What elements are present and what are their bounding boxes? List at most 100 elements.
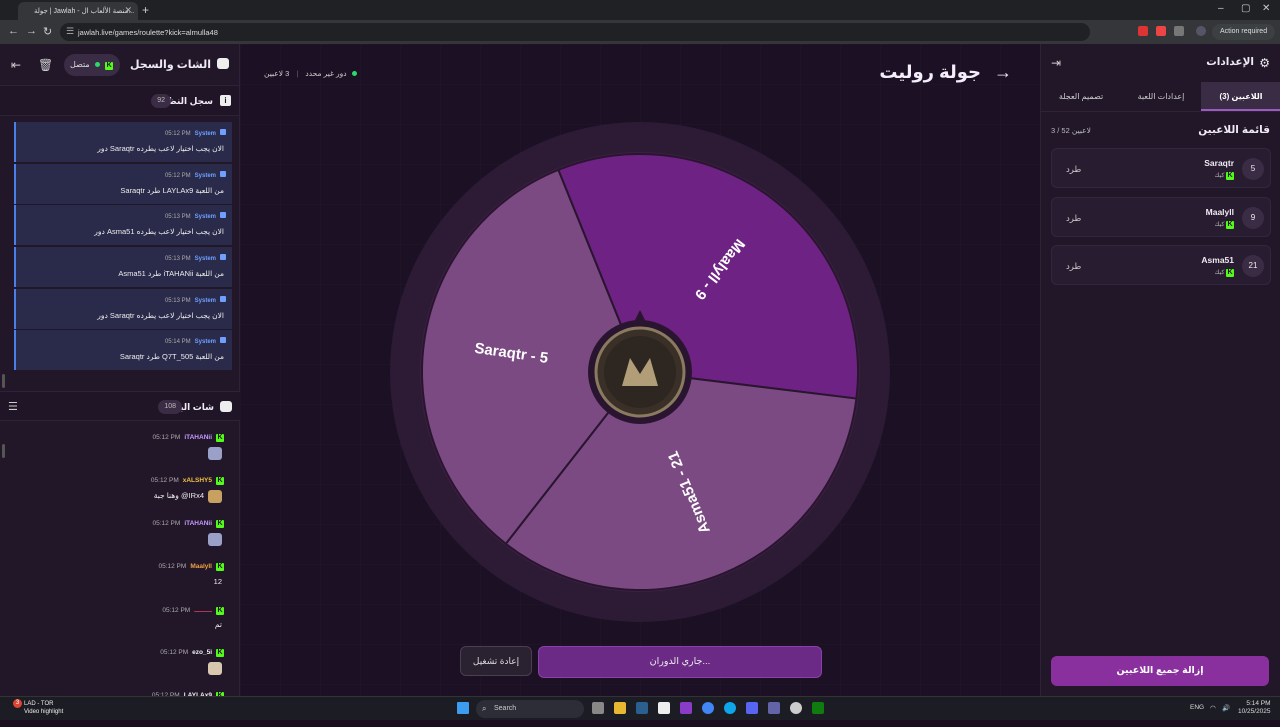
github-icon[interactable]: [790, 702, 802, 714]
windows-start-icon[interactable]: [457, 702, 469, 714]
system-log-time: 05:13 PM: [164, 297, 191, 304]
discord-icon[interactable]: [746, 702, 758, 714]
app-icon[interactable]: [680, 702, 692, 714]
system-log-time: 05:14 PM: [164, 339, 191, 346]
file-explorer-icon[interactable]: [614, 702, 626, 714]
player-platform: كيك K: [1215, 269, 1234, 277]
site-info-icon[interactable]: ☰: [66, 26, 74, 37]
tab-title: جولة | Jawlah - منصة الألعاب ال...: [34, 8, 135, 15]
maximize-icon[interactable]: ▢: [1241, 3, 1250, 14]
forward-icon[interactable]: →: [26, 25, 37, 37]
system-log-meta: 05:14 PM System: [165, 337, 226, 345]
clock[interactable]: 5:14 PM 10/25/2025: [1238, 700, 1271, 716]
player-platform: كيك K: [1214, 220, 1234, 229]
system-log-meta: 05:12 PM System: [165, 170, 226, 179]
kick-player-button[interactable]: طرد: [1066, 164, 1081, 175]
system-bot-icon: [220, 212, 226, 219]
replay-button[interactable]: إعادة تشغيل: [460, 646, 532, 676]
chat-username[interactable]: Maalyll: [190, 563, 212, 570]
chat-username[interactable]: iTAHANii: [184, 434, 212, 441]
tab-players[interactable]: اللاعبين (3): [1201, 82, 1280, 111]
url-bar[interactable]: ☰ jawlah.live/games/roulette?kick=almull…: [60, 23, 1090, 41]
system-bot-icon: [220, 254, 226, 261]
system-log-sender: System: [194, 214, 216, 221]
kick-logo-icon: K: [1226, 220, 1234, 229]
chrome-icon[interactable]: [702, 702, 714, 714]
system-log-message: دور Saraqtr الان يجب اختيار لاعب يطرده: [97, 310, 224, 320]
player-name: Asma51: [1201, 255, 1234, 265]
address-toolbar: ← → ↻ ☰ jawlah.live/games/roulette?kick=…: [0, 20, 1280, 44]
player-number: 9: [1242, 206, 1264, 229]
wheel-svg[interactable]: Maalyll - 9Asma51 - 21Saraqtr - 5: [390, 122, 890, 622]
settings-panel: ⚙ الإعدادات ⇥ تصميم العجلة إعدادات اللعب…: [1040, 44, 1280, 696]
taskbar-search[interactable]: ⌕ Search: [476, 700, 584, 718]
system-log-list: 05:12 PM System دور Saraqtr الان يجب اختيا…: [14, 122, 232, 372]
tab-wheel-design[interactable]: تصميم العجلة: [1041, 82, 1121, 111]
chat-username[interactable]: ــــــــ: [194, 607, 212, 614]
system-bot-icon: [220, 129, 226, 135]
chat-username[interactable]: ezo_5i: [192, 649, 212, 656]
steam-icon[interactable]: [636, 702, 648, 714]
back-icon[interactable]: ←: [8, 25, 19, 37]
kick-player-button[interactable]: طرد: [1066, 261, 1081, 272]
extensions-icon[interactable]: [1174, 26, 1184, 36]
close-window-icon[interactable]: ✕: [1262, 3, 1270, 14]
list-icon[interactable]: ☰: [8, 400, 18, 413]
extension-icon[interactable]: [1138, 26, 1148, 36]
tab-game-settings[interactable]: إعدادات اللعبة: [1121, 82, 1201, 111]
language-indicator[interactable]: ENG: [1190, 704, 1204, 711]
player-card: 9 Maalyll كيك K طرد: [1051, 196, 1271, 237]
player-number: 21: [1242, 255, 1264, 277]
browser-tab[interactable]: جولة | Jawlah - منصة الألعاب ال... ✕: [18, 2, 138, 20]
close-tab-icon[interactable]: ✕: [124, 5, 132, 16]
chat-message: 05:12 PM ezo_5i K: [0, 641, 240, 684]
chat-message-text: وهنا جبة @IRx4: [153, 491, 204, 500]
arrow-right-icon[interactable]: →: [994, 62, 1012, 82]
system-log-item: 05:12 PM System Saraqtr طرد LAYLAx9 من الل…: [14, 163, 232, 204]
action-required-button[interactable]: Action required: [1212, 24, 1276, 40]
collapse-panel-icon[interactable]: ⇤: [11, 58, 21, 72]
camera-icon[interactable]: [658, 702, 670, 714]
settings-title: الإعدادات: [1206, 56, 1254, 68]
kick-logo-icon: K: [216, 607, 224, 615]
system-log-message: Saraqtr طرد LAYLAx9 من اللعبة: [120, 185, 224, 195]
system-log-time: 05:13 PM: [164, 214, 191, 221]
scrollbar-thumb[interactable]: [2, 374, 5, 388]
profile-icon[interactable]: [1196, 26, 1206, 36]
chat-message-meta: 05:12 PM Maalyll K: [158, 563, 224, 571]
platform-label: كيك: [1214, 221, 1225, 228]
xbox-icon[interactable]: [812, 702, 824, 714]
kick-logo-icon: K: [216, 477, 224, 485]
system-log-meta: 05:13 PM System: [164, 295, 226, 304]
spin-button[interactable]: جاري الدوران...: [538, 646, 822, 678]
chat-message-text: تم: [214, 620, 222, 629]
system-log-count: 92: [151, 94, 171, 108]
reload-icon[interactable]: ↻: [43, 25, 52, 38]
system-bot-icon: [220, 295, 226, 302]
kick-player-button[interactable]: طرد: [1066, 213, 1081, 224]
collapse-panel-icon[interactable]: ⇥: [1051, 56, 1061, 70]
chat-username[interactable]: iTAHANii: [184, 520, 212, 527]
new-tab-icon[interactable]: +: [142, 3, 149, 17]
edge-icon[interactable]: [724, 702, 736, 714]
kick-logo-icon: K: [216, 434, 224, 442]
chat-message: 05:12 PM iTAHANii K: [0, 512, 240, 555]
wifi-icon[interactable]: ◠: [1210, 704, 1216, 712]
player-platform: كيك K: [1215, 172, 1234, 180]
volume-icon[interactable]: 🔊: [1222, 704, 1230, 712]
widget-line-2: Video highlight: [24, 709, 64, 715]
trash-icon[interactable]: 🗑: [38, 58, 53, 72]
minimize-icon[interactable]: –: [1218, 3, 1224, 14]
live-chat-count: 108: [158, 400, 182, 414]
widgets-button[interactable]: LAD - TOR Video highlight: [24, 700, 63, 716]
remove-all-players-button[interactable]: إزالة جميع اللاعبين: [1051, 656, 1269, 686]
system-log-header: i سجل النظام 92: [0, 86, 239, 116]
extension-icon[interactable]: [1156, 26, 1166, 36]
roulette-wheel[interactable]: Maalyll - 9 Asma51 - 21 Saraqtr - 5: [390, 122, 890, 622]
chat-panel-header: الشات والسجل متصل K 🗑 ⇤: [0, 44, 239, 86]
chat-username[interactable]: xALSHY5: [183, 477, 212, 484]
url-text: jawlah.live/games/roulette?kick=almulla4…: [78, 28, 218, 37]
notification-badge: 3: [13, 699, 22, 708]
teams-icon[interactable]: [768, 702, 780, 714]
task-view-icon[interactable]: [592, 702, 604, 714]
